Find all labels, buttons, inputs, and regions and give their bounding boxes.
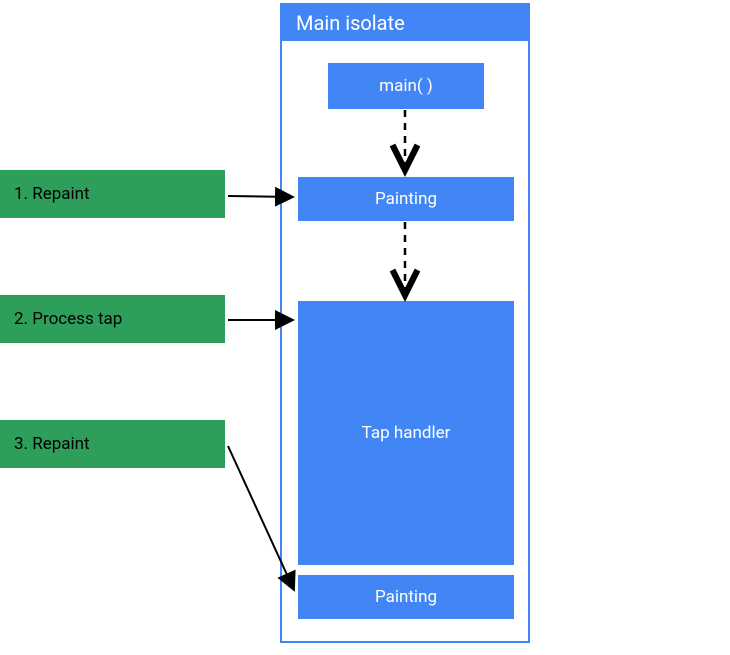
event-label: 1. Repaint — [14, 184, 90, 204]
block-painting-1: Painting — [298, 177, 514, 221]
event-repaint-2: 3. Repaint — [0, 420, 225, 468]
event-repaint-1: 1. Repaint — [0, 170, 225, 218]
block-label: Painting — [375, 587, 437, 607]
block-label: main( ) — [379, 76, 433, 96]
block-label: Tap handler — [362, 423, 451, 443]
block-main: main( ) — [328, 63, 484, 109]
block-label: Painting — [375, 189, 437, 209]
event-label: 3. Repaint — [14, 434, 90, 454]
main-isolate-container: Main isolate main( ) Painting Tap handle… — [280, 3, 530, 643]
event-process-tap: 2. Process tap — [0, 295, 225, 343]
block-painting-2: Painting — [298, 575, 514, 619]
block-tap-handler: Tap handler — [298, 301, 514, 565]
event-label: 2. Process tap — [14, 309, 122, 329]
isolate-title-text: Main isolate — [296, 11, 405, 35]
isolate-title: Main isolate — [282, 5, 528, 41]
